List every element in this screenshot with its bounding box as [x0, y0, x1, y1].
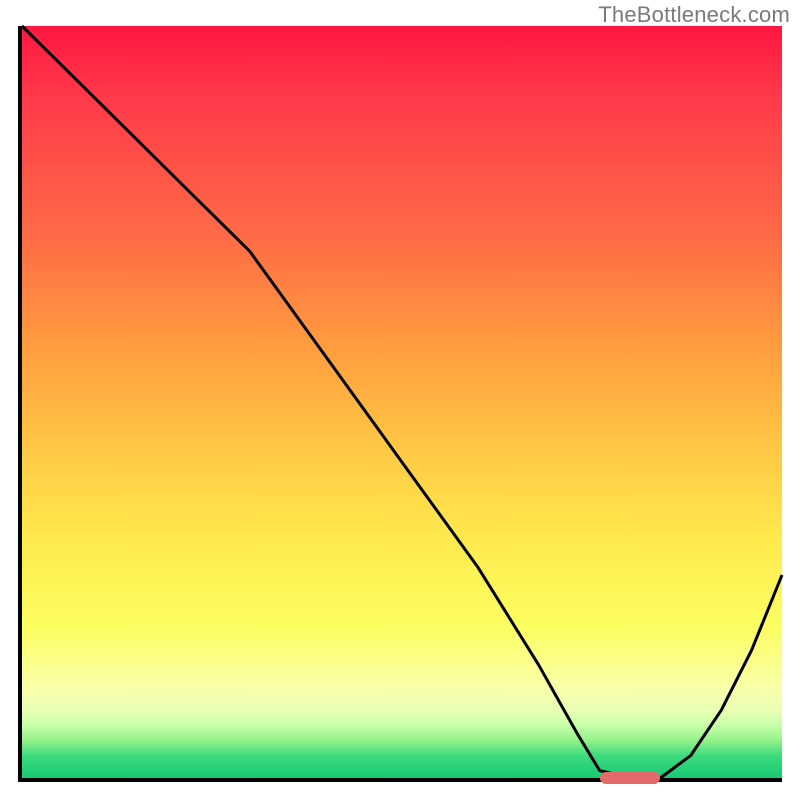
- chart-frame: TheBottleneck.com: [0, 0, 800, 800]
- optimal-range-marker: [600, 772, 661, 784]
- chart-curve: [22, 26, 782, 778]
- watermark-text: TheBottleneck.com: [598, 2, 790, 28]
- chart-line-layer: [22, 26, 782, 778]
